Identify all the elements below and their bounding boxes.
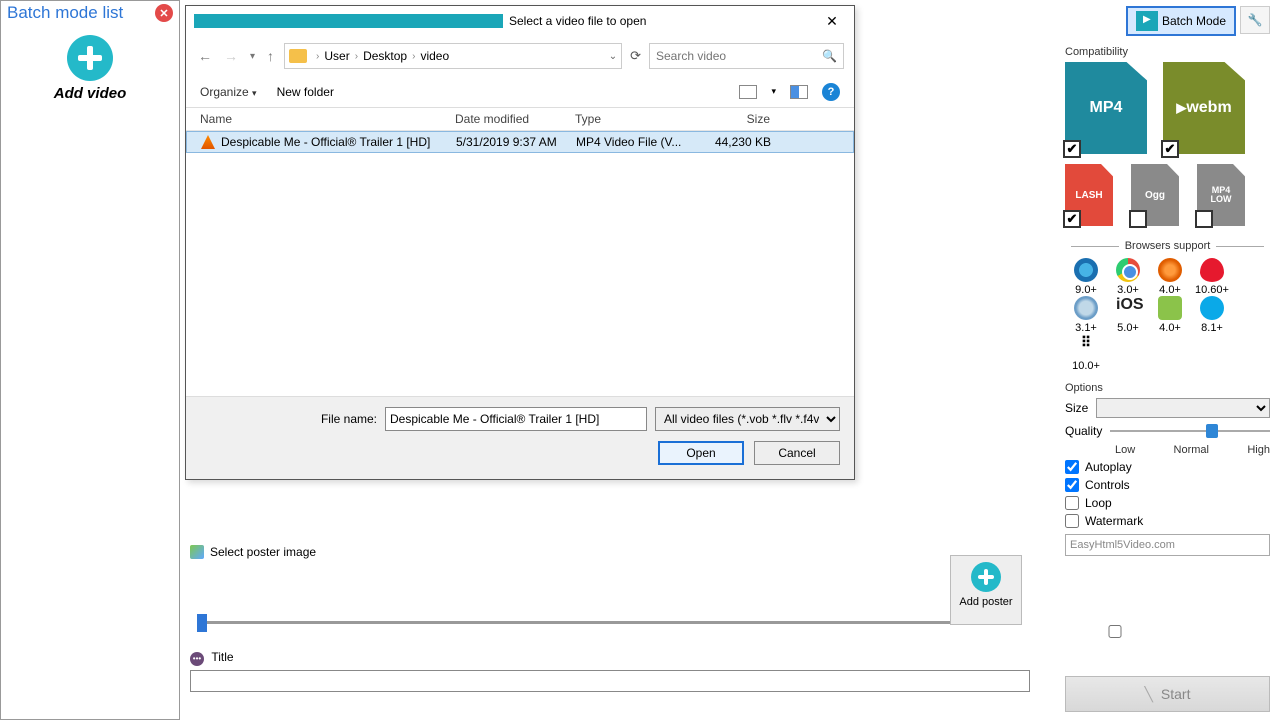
file-type-filter[interactable]: All video files (*.vob *.flv *.f4v * bbox=[655, 407, 840, 431]
slider-thumb[interactable] bbox=[1206, 424, 1218, 438]
cancel-button[interactable]: Cancel bbox=[754, 441, 840, 465]
start-button[interactable]: ╲ Start bbox=[1065, 676, 1270, 712]
file-name-input[interactable] bbox=[385, 407, 647, 431]
file-list[interactable]: Despicable Me - Official® Trailer 1 [HD]… bbox=[186, 131, 854, 391]
new-folder-button[interactable]: New folder bbox=[277, 85, 334, 99]
add-poster-button[interactable]: Add poster bbox=[950, 555, 1022, 625]
plus-icon bbox=[971, 562, 1001, 592]
ie-icon bbox=[1074, 258, 1098, 282]
autoplay-checkbox[interactable] bbox=[1065, 460, 1079, 474]
search-input[interactable] bbox=[656, 49, 822, 63]
timeline-track bbox=[200, 621, 980, 624]
app-icon bbox=[194, 14, 503, 28]
browsers-grid: 9.0+ 3.0+ 4.0+ 10.60+ 3.1+ iOS5.0+ 4.0+ … bbox=[1065, 258, 1270, 372]
format-flash[interactable]: LASH ✔ bbox=[1065, 164, 1113, 226]
forward-icon[interactable]: → bbox=[222, 46, 240, 66]
dialog-nav: ← → ▾ ↑ › User› Desktop› video ⌄ ⟳ 🔍 bbox=[186, 36, 854, 76]
chrome-icon bbox=[1116, 258, 1140, 282]
firefox-icon bbox=[1158, 258, 1182, 282]
file-name-label: File name: bbox=[321, 412, 377, 426]
wand-icon: ╲ bbox=[1144, 686, 1152, 703]
format-mp4low[interactable]: MP4 LOW bbox=[1197, 164, 1245, 226]
file-row[interactable]: Despicable Me - Official® Trailer 1 [HD]… bbox=[186, 131, 854, 153]
add-video-button[interactable]: Add video bbox=[30, 35, 150, 102]
file-open-dialog: Select a video file to open ✕ ← → ▾ ↑ › … bbox=[185, 5, 855, 480]
mp4low-check-icon[interactable] bbox=[1195, 210, 1213, 228]
size-label: Size bbox=[1065, 401, 1088, 415]
webm-check-icon[interactable]: ✔ bbox=[1161, 140, 1179, 158]
right-panel: Batch Mode 🔧 Compatibility MP4 ✔ ▶ webm … bbox=[1055, 0, 1280, 720]
back-icon[interactable]: ← bbox=[196, 46, 214, 66]
mp4-check-icon[interactable]: ✔ bbox=[1063, 140, 1081, 158]
format-webm[interactable]: ▶ webm ✔ bbox=[1163, 62, 1247, 156]
quality-label: Quality bbox=[1065, 424, 1102, 438]
controls-checkbox[interactable] bbox=[1065, 478, 1079, 492]
add-poster-label: Add poster bbox=[951, 596, 1021, 608]
film-icon bbox=[1136, 11, 1158, 31]
flash-check-icon[interactable]: ✔ bbox=[1063, 210, 1081, 228]
tools-button[interactable]: 🔧 bbox=[1240, 6, 1270, 34]
title-label: Title bbox=[211, 650, 233, 664]
breadcrumb[interactable]: › User› Desktop› video ⌄ bbox=[284, 43, 622, 69]
watermark-input[interactable] bbox=[1065, 534, 1270, 556]
ogg-check-icon[interactable] bbox=[1129, 210, 1147, 228]
compatibility-label: Compatibility bbox=[1065, 46, 1270, 58]
title-section: ••• Title bbox=[190, 650, 1030, 692]
dialog-toolbar: Organize ▾ New folder ▾ ? bbox=[186, 76, 854, 108]
view-dropdown-icon[interactable]: ▾ bbox=[771, 86, 776, 97]
title-icon: ••• bbox=[190, 652, 204, 666]
safari-icon bbox=[1074, 296, 1098, 320]
dialog-footer: File name: All video files (*.vob *.flv … bbox=[186, 396, 854, 479]
format-mp4[interactable]: MP4 ✔ bbox=[1065, 62, 1149, 156]
options-label: Options bbox=[1065, 382, 1270, 394]
blackberry-icon: ⠿ bbox=[1074, 334, 1098, 358]
poster-timeline[interactable] bbox=[190, 609, 1030, 639]
wrench-icon: 🔧 bbox=[1248, 13, 1263, 27]
browsers-support-label: Browsers support bbox=[1065, 240, 1270, 252]
opera-icon bbox=[1200, 258, 1224, 282]
size-select[interactable] bbox=[1096, 398, 1270, 418]
image-icon bbox=[190, 545, 204, 559]
file-list-header[interactable]: Name Date modified Type Size bbox=[186, 108, 854, 131]
slider-track bbox=[1110, 430, 1270, 432]
add-video-label: Add video bbox=[30, 85, 150, 102]
chevron-down-icon[interactable]: ⌄ bbox=[609, 51, 617, 62]
recent-dropdown-icon[interactable]: ▾ bbox=[248, 49, 257, 64]
ios-icon: iOS bbox=[1116, 296, 1140, 320]
loop-checkbox[interactable] bbox=[1065, 496, 1079, 510]
poster-label: Select poster image bbox=[210, 545, 316, 559]
sidebar-title: Batch mode list bbox=[7, 3, 155, 23]
vlc-icon bbox=[201, 135, 215, 149]
refresh-icon[interactable]: ⟳ bbox=[630, 48, 641, 64]
view-icon[interactable] bbox=[739, 85, 757, 99]
batch-mode-label: Batch Mode bbox=[1162, 14, 1226, 28]
sidebar-header: Batch mode list ✕ bbox=[1, 1, 179, 25]
help-icon[interactable]: ? bbox=[822, 83, 840, 101]
title-input[interactable] bbox=[190, 670, 1030, 692]
close-icon[interactable]: ✕ bbox=[818, 13, 846, 30]
open-button[interactable]: Open bbox=[658, 441, 744, 465]
close-sidebar-icon[interactable]: ✕ bbox=[155, 4, 173, 22]
preview-pane-icon[interactable] bbox=[790, 85, 808, 99]
watermark-checkbox[interactable] bbox=[1065, 514, 1079, 528]
up-icon[interactable]: ↑ bbox=[265, 46, 276, 66]
search-box[interactable]: 🔍 bbox=[649, 43, 844, 69]
format-ogg[interactable]: Ogg bbox=[1131, 164, 1179, 226]
batch-mode-button[interactable]: Batch Mode bbox=[1126, 6, 1236, 36]
folder-icon bbox=[289, 49, 307, 63]
batch-list-sidebar: Batch mode list ✕ Add video bbox=[0, 0, 180, 720]
search-icon[interactable]: 🔍 bbox=[822, 49, 837, 63]
poster-section: Select poster image bbox=[190, 545, 1030, 639]
dialog-titlebar[interactable]: Select a video file to open ✕ bbox=[186, 6, 854, 36]
dialog-title: Select a video file to open bbox=[509, 14, 818, 28]
organize-dropdown[interactable]: Organize ▾ bbox=[200, 85, 257, 99]
timeline-handle[interactable] bbox=[197, 614, 207, 632]
windows-icon bbox=[1200, 296, 1224, 320]
plus-icon bbox=[67, 35, 113, 81]
quality-slider[interactable] bbox=[1110, 422, 1270, 440]
android-icon bbox=[1158, 296, 1182, 320]
